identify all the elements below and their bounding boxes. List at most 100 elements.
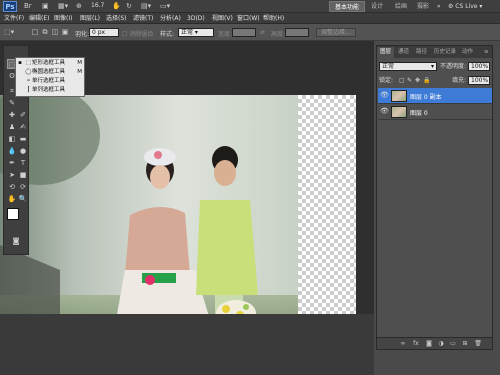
- workspace-design-button[interactable]: 设计: [366, 1, 388, 12]
- link-layers-icon[interactable]: ∞: [399, 340, 407, 348]
- menu-select[interactable]: 选择(S): [106, 13, 127, 24]
- workspace-painting-button[interactable]: 绘画: [390, 1, 412, 12]
- rotate-view-icon[interactable]: ↻: [126, 2, 132, 11]
- zoom-tool-icon[interactable]: 🔍: [18, 194, 28, 204]
- blur-tool-icon[interactable]: 💧: [7, 146, 17, 156]
- menu-3d[interactable]: 3D(D): [187, 13, 205, 24]
- tab-history[interactable]: 历史记录: [431, 47, 459, 58]
- hand-tool-icon[interactable]: ✋: [112, 2, 121, 11]
- feather-input[interactable]: 0 px: [89, 28, 119, 37]
- width-input: [232, 28, 256, 37]
- workspace-photography-button[interactable]: 摄影: [412, 1, 434, 12]
- flyout-item-label: 单行选框工具: [32, 78, 66, 84]
- workspace-essentials-button[interactable]: 基本功能: [329, 1, 366, 12]
- lock-image-icon[interactable]: ✎: [407, 76, 412, 85]
- menu-image[interactable]: 图像(I): [54, 13, 72, 24]
- menu-help[interactable]: 帮助(H): [263, 13, 284, 24]
- arrange-documents-icon[interactable]: ▤▾: [141, 2, 151, 11]
- photoshop-logo: Ps: [3, 1, 17, 12]
- menu-layer[interactable]: 图层(L): [80, 13, 100, 24]
- lock-transparent-icon[interactable]: ▢: [399, 76, 405, 85]
- path-select-icon[interactable]: ➤: [7, 170, 17, 180]
- menu-file[interactable]: 文件(F): [4, 13, 24, 24]
- history-brush-icon[interactable]: ✍: [18, 122, 28, 132]
- adjustment-layer-icon[interactable]: ◑: [437, 340, 445, 348]
- eraser-tool-icon[interactable]: ◧: [7, 134, 17, 144]
- tab-layers[interactable]: 图层: [377, 47, 395, 58]
- lock-all-icon[interactable]: 🔒: [423, 76, 430, 85]
- single-row-icon: ┅: [26, 78, 31, 84]
- tab-actions[interactable]: 动作: [459, 47, 476, 58]
- gradient-tool-icon[interactable]: ▬: [18, 134, 28, 144]
- 3d-camera-icon[interactable]: ⟳: [18, 182, 28, 192]
- menu-filter[interactable]: 滤镜(T): [133, 13, 153, 24]
- layer-name: 图层 0 副本: [410, 94, 442, 101]
- type-tool-icon[interactable]: T: [18, 158, 28, 168]
- opacity-label: 不透明度:: [440, 63, 467, 70]
- new-layer-icon[interactable]: ⊞: [461, 340, 469, 348]
- selected-bullet-icon: ▪: [18, 60, 22, 66]
- refine-edge-button[interactable]: 调整边缘...: [316, 28, 356, 37]
- eyedropper-tool-icon[interactable]: ✎: [7, 98, 17, 108]
- new-group-icon[interactable]: ▭: [449, 340, 457, 348]
- pen-tool-icon[interactable]: ✒: [7, 158, 17, 168]
- feather-label: 羽化:: [75, 31, 90, 38]
- style-select[interactable]: 正常 ▾: [178, 28, 214, 37]
- subtract-selection-icon[interactable]: ◫: [50, 27, 60, 37]
- view-extras-icon[interactable]: ▦▾: [58, 2, 68, 11]
- quick-mask-icon[interactable]: ◙: [11, 236, 21, 246]
- brush-tool-icon[interactable]: ✐: [18, 110, 28, 120]
- tab-channels[interactable]: 通道: [395, 47, 412, 58]
- flyout-item-label: 单列选框工具: [32, 87, 66, 93]
- antialias-checkbox: ☐ 消除锯齿: [122, 31, 154, 38]
- panel-menu-icon[interactable]: ≡: [481, 47, 492, 58]
- cs-live-button[interactable]: ⚙ CS Live ▾: [448, 1, 482, 12]
- menu-window[interactable]: 窗口(W): [237, 13, 260, 24]
- flyout-item-shortcut: M: [77, 60, 82, 66]
- visibility-eye-icon[interactable]: 👁: [380, 91, 389, 100]
- layer-row-copy[interactable]: 👁 图层 0 副本: [378, 88, 492, 104]
- width-label: 宽度:: [218, 31, 233, 38]
- new-selection-icon[interactable]: □: [30, 27, 40, 37]
- zoom-icon[interactable]: ⊕: [76, 2, 82, 11]
- screen-mode-icon[interactable]: ▭▾: [160, 2, 170, 11]
- bridge-icon[interactable]: Br: [24, 2, 32, 11]
- menu-analysis[interactable]: 分析(A): [160, 13, 181, 24]
- 3d-rotate-icon[interactable]: ⟲: [7, 182, 17, 192]
- flyout-item-label: 矩形选框工具: [32, 60, 66, 66]
- intersect-selection-icon[interactable]: ▣: [60, 27, 70, 37]
- flyout-item-label: 椭圆选框工具: [32, 69, 66, 75]
- flyout-item-rect-marquee[interactable]: ▪ ⬚ 矩形选框工具 M: [18, 59, 84, 68]
- antialias-label: 消除锯齿: [129, 31, 154, 38]
- flyout-item-single-row[interactable]: ┅ 单行选框工具: [18, 77, 84, 86]
- layer-row-0[interactable]: 👁 图层 0: [378, 104, 492, 120]
- menu-view[interactable]: 视图(V): [212, 13, 233, 24]
- lock-position-icon[interactable]: ✥: [415, 76, 420, 85]
- lock-label: 锁定:: [379, 77, 394, 84]
- stamp-tool-icon[interactable]: ♟: [7, 122, 17, 132]
- opacity-input[interactable]: 100%: [468, 62, 490, 71]
- add-selection-icon[interactable]: ⧉: [40, 27, 50, 37]
- healing-tool-icon[interactable]: ✚: [7, 110, 17, 120]
- more-workspaces-button[interactable]: »: [432, 1, 446, 12]
- status-area: [0, 314, 374, 375]
- foreground-color-swatch[interactable]: [7, 208, 19, 220]
- tab-paths[interactable]: 路径: [413, 47, 430, 58]
- layer-style-icon[interactable]: fx: [412, 340, 420, 348]
- visibility-eye-icon[interactable]: 👁: [380, 107, 389, 116]
- tool-preset-icon[interactable]: ⬚▾: [4, 27, 14, 37]
- delete-layer-icon[interactable]: 🗑: [474, 340, 482, 348]
- height-input: [285, 28, 309, 37]
- zoom-level[interactable]: 16.7: [91, 2, 104, 9]
- hand-tool-icon[interactable]: ✋: [7, 194, 17, 204]
- menu-edit[interactable]: 编辑(E): [29, 13, 49, 24]
- minibridge-icon[interactable]: ▣: [42, 2, 49, 11]
- flyout-item-ellipse-marquee[interactable]: ◯ 椭圆选框工具 M: [18, 68, 84, 77]
- dodge-tool-icon[interactable]: ●: [18, 146, 28, 156]
- layer-mask-icon[interactable]: ◙: [425, 340, 433, 348]
- lock-fill-row: 锁定: ▢ ✎ ✥ 🔒 填充: 100%: [379, 76, 492, 87]
- shape-tool-icon[interactable]: ■: [18, 170, 28, 180]
- blend-mode-select[interactable]: 正常 ▾: [379, 62, 437, 71]
- flyout-item-single-column[interactable]: ┇ 单列选框工具: [18, 86, 84, 95]
- fill-input[interactable]: 100%: [468, 76, 490, 85]
